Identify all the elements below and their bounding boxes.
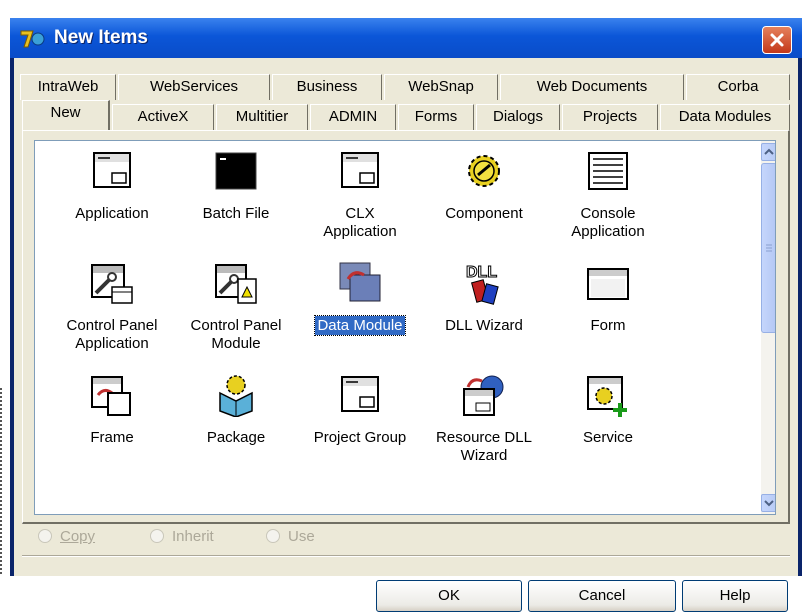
scroll-down-button[interactable]	[761, 494, 775, 512]
help-button[interactable]: Help	[682, 580, 788, 612]
item-label: Frame	[90, 429, 134, 446]
tab-data-modules[interactable]: Data Modules	[660, 104, 790, 130]
dll-wizard-icon: DLL	[466, 264, 499, 305]
vertical-scrollbar[interactable]	[761, 141, 775, 514]
item-label: Project Group	[313, 429, 407, 446]
svg-text:DLL: DLL	[466, 264, 497, 281]
tab-business[interactable]: Business	[272, 74, 382, 100]
tab-new[interactable]: New	[22, 100, 110, 130]
chevron-up-icon	[764, 148, 774, 155]
cancel-button[interactable]: Cancel	[528, 580, 676, 612]
data-module-icon	[339, 262, 381, 302]
radio-circle	[38, 529, 52, 543]
item-label-line2: Application	[75, 335, 149, 352]
console-application-icon	[588, 152, 628, 190]
item-label: Component	[445, 205, 523, 222]
item-label: DLL Wizard	[445, 317, 523, 334]
project-group-icon	[341, 376, 379, 412]
ok-button[interactable]: OK	[376, 580, 522, 612]
frame-icon	[91, 376, 131, 416]
item-label: Control Panel	[66, 317, 158, 334]
title-bar[interactable]: New Items	[10, 18, 802, 58]
dialog-body: IntraWeb WebServices Business WebSnap We…	[14, 58, 798, 612]
window-title: New Items	[54, 27, 148, 48]
item-label: Application	[75, 205, 149, 222]
item-label: Console	[580, 205, 636, 222]
items-listview[interactable]: Application Batch File CLX Application C…	[34, 140, 776, 515]
tab-webservices[interactable]: WebServices	[118, 74, 270, 100]
radio-use[interactable]: Use	[266, 528, 315, 545]
control-panel-module-icon	[215, 264, 257, 304]
component-gear-icon	[468, 155, 500, 187]
radio-inherit[interactable]: Inherit	[150, 528, 214, 545]
batch-file-icon	[215, 152, 257, 190]
tab-forms[interactable]: Forms	[398, 104, 474, 130]
form-icon	[587, 268, 629, 300]
item-label-line2: Application	[571, 223, 645, 240]
clx-application-icon	[341, 152, 379, 188]
radio-circle	[150, 529, 164, 543]
delphi-app-icon	[20, 30, 45, 48]
close-icon	[770, 33, 784, 47]
item-label: Resource DLL	[436, 429, 532, 446]
service-icon	[587, 376, 627, 417]
tab-websnap[interactable]: WebSnap	[384, 74, 498, 100]
tab-web-documents[interactable]: Web Documents	[500, 74, 684, 100]
item-label: Package	[206, 429, 266, 446]
item-label: Batch File	[202, 205, 270, 222]
item-label: Data Module	[314, 315, 406, 336]
radio-copy-label: Copy	[60, 528, 96, 545]
tab-corba[interactable]: Corba	[686, 74, 790, 100]
tab-projects[interactable]: Projects	[562, 104, 658, 130]
separator	[22, 555, 790, 557]
grip-icon	[766, 244, 772, 252]
item-label: Service	[582, 429, 634, 446]
radio-inherit-label: Inherit	[172, 528, 214, 545]
tab-activex[interactable]: ActiveX	[112, 104, 214, 130]
item-label-line2: Wizard	[460, 447, 508, 464]
control-panel-application-icon	[91, 264, 133, 304]
resource-dll-wizard-icon	[463, 375, 504, 416]
tab-dialogs[interactable]: Dialogs	[476, 104, 560, 130]
tab-intraweb[interactable]: IntraWeb	[20, 74, 116, 100]
radio-copy[interactable]: Copy	[38, 528, 95, 545]
item-label-line2: Application	[323, 223, 397, 240]
item-label: Control Panel	[190, 317, 282, 334]
tab-multitier[interactable]: Multitier	[216, 104, 308, 130]
chevron-down-icon	[764, 500, 774, 507]
item-label-line2: Module	[211, 335, 261, 352]
scroll-up-button[interactable]	[761, 143, 775, 161]
tab-admin[interactable]: ADMIN	[310, 104, 396, 130]
radio-use-label: Use	[288, 528, 315, 545]
scroll-thumb[interactable]	[761, 163, 775, 333]
new-items-dialog: New Items IntraWeb WebServices Business …	[10, 18, 802, 612]
package-icon	[219, 375, 253, 417]
close-button[interactable]	[762, 26, 792, 54]
background-dotted-line	[0, 388, 6, 576]
application-window-icon	[93, 152, 131, 188]
item-label: CLX	[345, 205, 375, 222]
radio-circle	[266, 529, 280, 543]
item-label: Form	[590, 317, 626, 334]
